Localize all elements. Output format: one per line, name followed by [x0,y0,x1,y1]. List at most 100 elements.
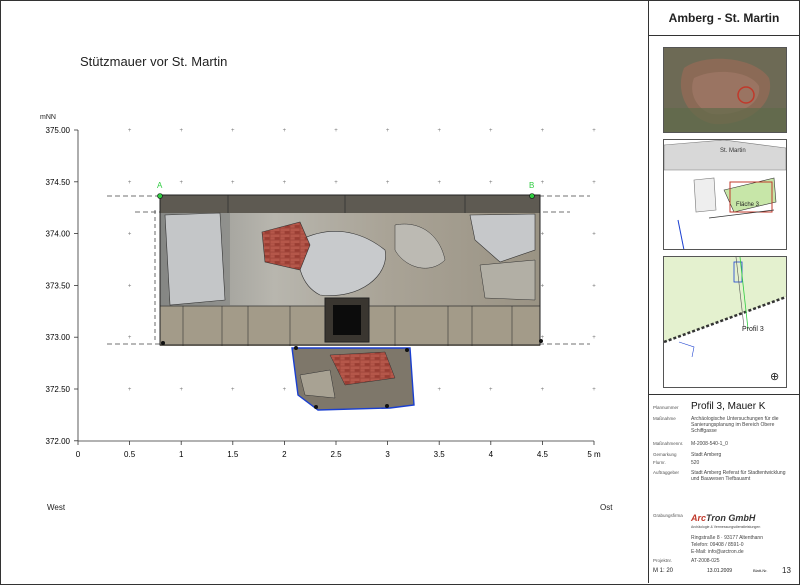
aerial-photo-overview [663,47,787,133]
x-tick-label: 4 [489,450,494,459]
y-tick-label: 374.00 [46,230,71,239]
gemarkung-label: Gemarkung [653,452,677,457]
company-email: E-Mail: info@arctron.de [691,549,744,555]
grid-cross: + [541,387,545,393]
x-tick-label: 0.5 [124,450,136,459]
company-address: Ringstraße 8 · 93177 Altenthann [691,535,763,541]
flur-value: 520 [691,460,700,466]
x-tick-label: 4.5 [537,450,549,459]
site-title: Amberg - St. Martin [649,0,799,36]
survey-marker [314,405,318,409]
title-block: Amberg - St. Martin St. Martin Fläche 3 [648,0,799,583]
grid-cross: + [128,283,132,289]
sheet-number: 13 [782,566,791,575]
auftraggeber-value: Stadt Amberg Referat für Stadtentwicklun… [691,470,786,482]
aerial-photo [664,48,786,132]
flur-label: Flurnr. [653,460,666,465]
detail-plan-drawing: Profil 3 [664,257,786,387]
site-plan: St. Martin Fläche 3 [663,139,787,250]
survey-marker [294,346,298,350]
nr-value: M-2008-540-1_0 [691,441,728,447]
grid-cross: + [592,283,596,289]
site-plan-drawing: St. Martin Fläche 3 [664,140,786,249]
y-tick-label: 374.50 [46,178,71,187]
grid-cross: + [437,128,441,134]
company-phone: Telefon: 09408 / 8591-0 [691,542,744,548]
grid-cross: + [386,180,390,186]
x-tick-label: 0 [76,450,81,459]
y-tick-label: 373.50 [46,281,71,290]
grid-cross: + [592,128,596,134]
grid-cross: + [541,283,545,289]
grid-cross: + [231,128,235,134]
profile-heading: Profil 3, Mauer K [691,401,766,412]
plan-street-label: St. Martin [720,148,746,154]
y-tick-label: 372.00 [46,437,71,446]
survey-marker [539,339,543,343]
survey-point-a [157,193,163,199]
grid-cross: + [179,387,183,393]
y-tick-label: 373.00 [46,333,71,342]
gemarkung-value: Stadt Amberg [691,452,722,458]
grid-cross: + [437,387,441,393]
x-tick-label: 5 m [587,450,601,459]
survey-marker [161,341,165,345]
grid-cross: + [231,387,235,393]
heading-label: Plannummer [653,405,679,410]
project-label: Projektnr. [653,558,673,563]
grid-cross: + [283,387,287,393]
y-tick-label: 375.00 [46,126,71,135]
grid-cross: + [386,128,390,134]
grid-cross: + [128,232,132,238]
x-tick-label: 1.5 [227,450,239,459]
grid-cross: + [128,180,132,186]
grid-cross: + [128,128,132,134]
grid-cross: + [231,180,235,186]
sheet-label: Blatt-Nr. [753,568,768,573]
survey-marker [405,348,409,352]
x-tick-label: 3 [385,450,390,459]
grid-cross: + [437,180,441,186]
grid-cross: + [541,180,545,186]
grid-cross: + [334,128,338,134]
drawing-area: Stützmauer vor St. Martin mNN West Ost 0… [0,0,648,583]
y-tick-label: 372.50 [46,385,71,394]
grid-cross: + [541,128,545,134]
survey-marker [385,404,389,408]
point-a-label: A [157,181,163,190]
grid-cross: + [592,180,596,186]
west-label: West [47,503,66,512]
plan-area-label: Fläche 3 [736,202,760,208]
grid-cross: + [592,232,596,238]
east-label: Ost [600,503,613,512]
project-value: AT-2008-025 [691,558,720,564]
grid-cross: + [541,232,545,238]
section-drawing: 0 0.5 1 1.5 2 2.5 3 3.5 4 4.5 5 m 375.00 374.50 374.… [46,126,601,459]
grid-cross: + [489,387,493,393]
x-tick-label: 3.5 [434,450,446,459]
wall-photo [159,194,541,346]
massnahme-label: Maßnahme [653,416,676,421]
date-value: 13.01.2009 [707,568,733,574]
firma-label: Grabungsfirma [653,513,683,518]
x-tick-label: 2 [282,450,287,459]
nr-label: Maßnahmennr. [653,441,684,446]
grid-cross: + [179,180,183,186]
company-logo-name: Tron GmbH [706,513,756,523]
grid-cross: + [283,180,287,186]
grid-cross: + [179,128,183,134]
company-subline: Archäologie & Vermessungsdienstleistunge… [691,525,761,529]
company-logo: ArcTron GmbH [691,513,795,523]
grid-cross: + [128,387,132,393]
detail-plan: Profil 3 ⊕ [663,256,787,388]
detail-profile-label: Profil 3 [742,326,764,333]
x-tick-label: 1 [179,450,184,459]
point-b-label: B [529,181,534,190]
massnahme-value: Archäologische Untersuchungen für die Sa… [691,416,779,434]
north-arrow-icon: ⊕ [770,371,780,383]
grid-cross: + [489,180,493,186]
x-tick-label: 2.5 [330,450,342,459]
info-block: Plannummer Profil 3, Mauer K Maßnahme Ar… [649,394,799,584]
foundation-pit [291,347,415,411]
scale-value: M 1: 20 [653,568,674,574]
